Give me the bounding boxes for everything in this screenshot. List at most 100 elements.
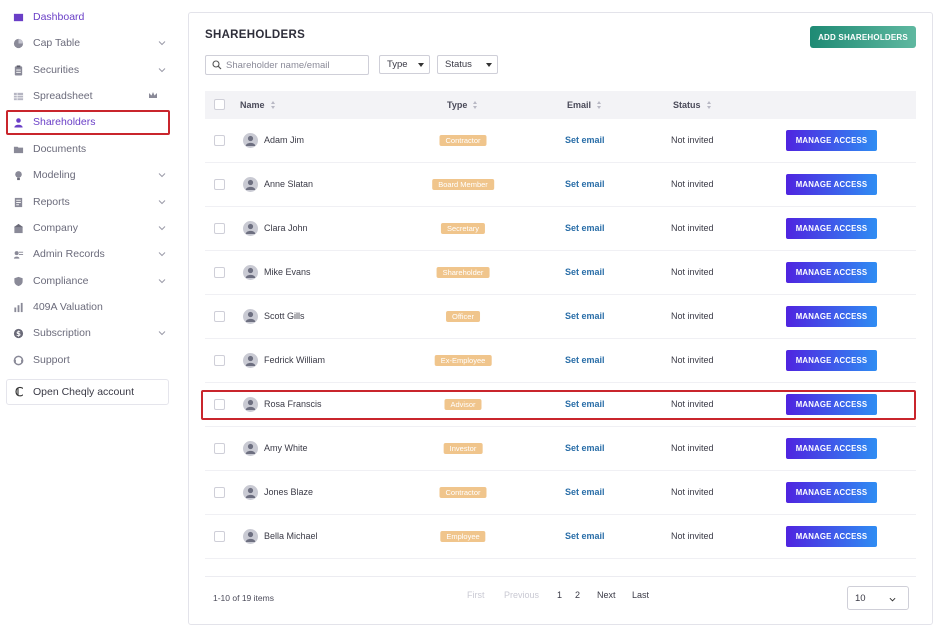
sidebar-item-subscription[interactable]: $ Subscription bbox=[8, 321, 172, 345]
sidebar-item-documents[interactable]: Documents bbox=[8, 137, 172, 161]
type-filter-label: Type bbox=[387, 59, 408, 70]
row-checkbox[interactable] bbox=[214, 179, 225, 190]
set-email-link[interactable]: Set email bbox=[565, 135, 605, 145]
sidebar-item-compliance[interactable]: Compliance bbox=[8, 269, 172, 293]
type-badge: Officer bbox=[446, 311, 480, 322]
page-size-select[interactable]: 10 bbox=[847, 586, 909, 610]
type-badge: Investor bbox=[443, 443, 483, 454]
clipboard-icon bbox=[12, 64, 24, 76]
shareholder-name: Anne Slatan bbox=[264, 179, 314, 189]
sidebar-item-label: Subscription bbox=[33, 327, 91, 339]
pagination-page-1[interactable]: 1 bbox=[557, 590, 562, 600]
status-text: Not invited bbox=[671, 355, 714, 365]
chevron-down-icon bbox=[158, 39, 166, 47]
set-email-link[interactable]: Set email bbox=[565, 487, 605, 497]
set-email-link[interactable]: Set email bbox=[565, 311, 605, 321]
type-badge: Shareholder bbox=[436, 267, 490, 278]
set-email-link[interactable]: Set email bbox=[565, 443, 605, 453]
items-count: 1-10 of 19 items bbox=[213, 593, 274, 603]
sidebar-item-409a-valuation[interactable]: 409A Valuation bbox=[8, 295, 172, 319]
set-email-link[interactable]: Set email bbox=[565, 267, 605, 277]
status-filter-dropdown[interactable]: Status bbox=[437, 55, 498, 74]
row-checkbox[interactable] bbox=[214, 487, 225, 498]
manage-access-button[interactable]: MANAGE ACCESS bbox=[786, 306, 877, 327]
set-email-link[interactable]: Set email bbox=[565, 223, 605, 233]
status-text: Not invited bbox=[671, 135, 714, 145]
manage-access-button[interactable]: MANAGE ACCESS bbox=[786, 350, 877, 371]
table-row: Adam Jim Contractor Set email Not invite… bbox=[205, 119, 916, 163]
column-header-type[interactable]: Type bbox=[447, 100, 478, 110]
search-placeholder: Shareholder name/email bbox=[226, 59, 330, 71]
row-checkbox[interactable] bbox=[214, 531, 225, 542]
row-checkbox[interactable] bbox=[214, 311, 225, 322]
sidebar-item-reports[interactable]: Reports bbox=[8, 190, 172, 214]
sidebar-item-label: Admin Records bbox=[33, 248, 105, 260]
shareholder-name: Scott Gills bbox=[264, 311, 305, 321]
sidebar-item-support[interactable]: Support bbox=[8, 348, 172, 372]
column-header-name[interactable]: Name bbox=[240, 100, 276, 110]
search-input[interactable]: Shareholder name/email bbox=[205, 55, 369, 75]
table-row: Bella Michael Employee Set email Not inv… bbox=[205, 515, 916, 559]
row-checkbox[interactable] bbox=[214, 355, 225, 366]
table-row: Jones Blaze Contractor Set email Not inv… bbox=[205, 471, 916, 515]
row-checkbox[interactable] bbox=[214, 135, 225, 146]
pagination-next[interactable]: Next bbox=[597, 590, 616, 600]
row-checkbox[interactable] bbox=[214, 223, 225, 234]
avatar bbox=[243, 309, 258, 324]
table-header: Name Type Email Status bbox=[205, 91, 916, 119]
building-icon bbox=[12, 222, 24, 234]
chevron-down-icon bbox=[158, 198, 166, 206]
shareholder-name: Bella Michael bbox=[264, 531, 318, 541]
select-all-checkbox[interactable] bbox=[214, 99, 225, 110]
dollar-icon: $ bbox=[12, 327, 24, 339]
column-label: Type bbox=[447, 100, 468, 110]
column-header-status[interactable]: Status bbox=[673, 100, 712, 110]
shareholder-name: Adam Jim bbox=[264, 135, 305, 145]
sidebar-item-dashboard[interactable]: Dashboard bbox=[8, 5, 172, 29]
sidebar-item-label: Dashboard bbox=[33, 11, 85, 23]
table-row: Amy White Investor Set email Not invited… bbox=[205, 427, 916, 471]
manage-access-button[interactable]: MANAGE ACCESS bbox=[786, 130, 877, 151]
manage-access-button[interactable]: MANAGE ACCESS bbox=[786, 262, 877, 283]
pie-chart-icon bbox=[12, 37, 24, 49]
type-badge: Contractor bbox=[439, 135, 487, 146]
status-text: Not invited bbox=[671, 531, 714, 541]
manage-access-button[interactable]: MANAGE ACCESS bbox=[786, 174, 877, 195]
type-filter-dropdown[interactable]: Type bbox=[379, 55, 430, 74]
row-checkbox[interactable] bbox=[214, 443, 225, 454]
avatar bbox=[243, 177, 258, 192]
open-cheqly-account-button[interactable]: ℂ Open Cheqly account bbox=[6, 379, 169, 405]
caret-down-icon bbox=[418, 63, 424, 67]
chevron-down-icon bbox=[158, 277, 166, 285]
set-email-link[interactable]: Set email bbox=[565, 179, 605, 189]
manage-access-button[interactable]: MANAGE ACCESS bbox=[786, 218, 877, 239]
sidebar-item-securities[interactable]: Securities bbox=[8, 58, 172, 82]
manage-access-button[interactable]: MANAGE ACCESS bbox=[786, 482, 877, 503]
pagination-previous[interactable]: Previous bbox=[504, 590, 539, 600]
pagination-first[interactable]: First bbox=[467, 590, 485, 600]
sidebar-item-admin-records[interactable]: Admin Records bbox=[8, 242, 172, 266]
pagination-last[interactable]: Last bbox=[632, 590, 649, 600]
sidebar-item-label: Support bbox=[33, 354, 70, 366]
add-shareholders-button[interactable]: ADD SHAREHOLDERS bbox=[810, 26, 916, 48]
sidebar-item-cap-table[interactable]: Cap Table bbox=[8, 31, 172, 55]
cheqly-label: Open Cheqly account bbox=[33, 386, 134, 398]
search-icon bbox=[212, 60, 222, 70]
sidebar-item-spreadsheet[interactable]: Spreadsheet bbox=[8, 84, 172, 108]
sidebar-item-label: Cap Table bbox=[33, 37, 81, 49]
divider bbox=[205, 576, 916, 577]
avatar bbox=[243, 485, 258, 500]
row-checkbox[interactable] bbox=[214, 267, 225, 278]
avatar bbox=[243, 133, 258, 148]
sidebar-item-company[interactable]: Company bbox=[8, 216, 172, 240]
manage-access-button[interactable]: MANAGE ACCESS bbox=[786, 526, 877, 547]
sidebar-item-modeling[interactable]: Modeling bbox=[8, 163, 172, 187]
set-email-link[interactable]: Set email bbox=[565, 531, 605, 541]
column-header-email[interactable]: Email bbox=[567, 100, 602, 110]
set-email-link[interactable]: Set email bbox=[565, 355, 605, 365]
avatar bbox=[243, 353, 258, 368]
pagination-page-2[interactable]: 2 bbox=[575, 590, 580, 600]
shareholder-name: Clara John bbox=[264, 223, 308, 233]
sidebar-item-label: Compliance bbox=[33, 275, 89, 287]
manage-access-button[interactable]: MANAGE ACCESS bbox=[786, 438, 877, 459]
